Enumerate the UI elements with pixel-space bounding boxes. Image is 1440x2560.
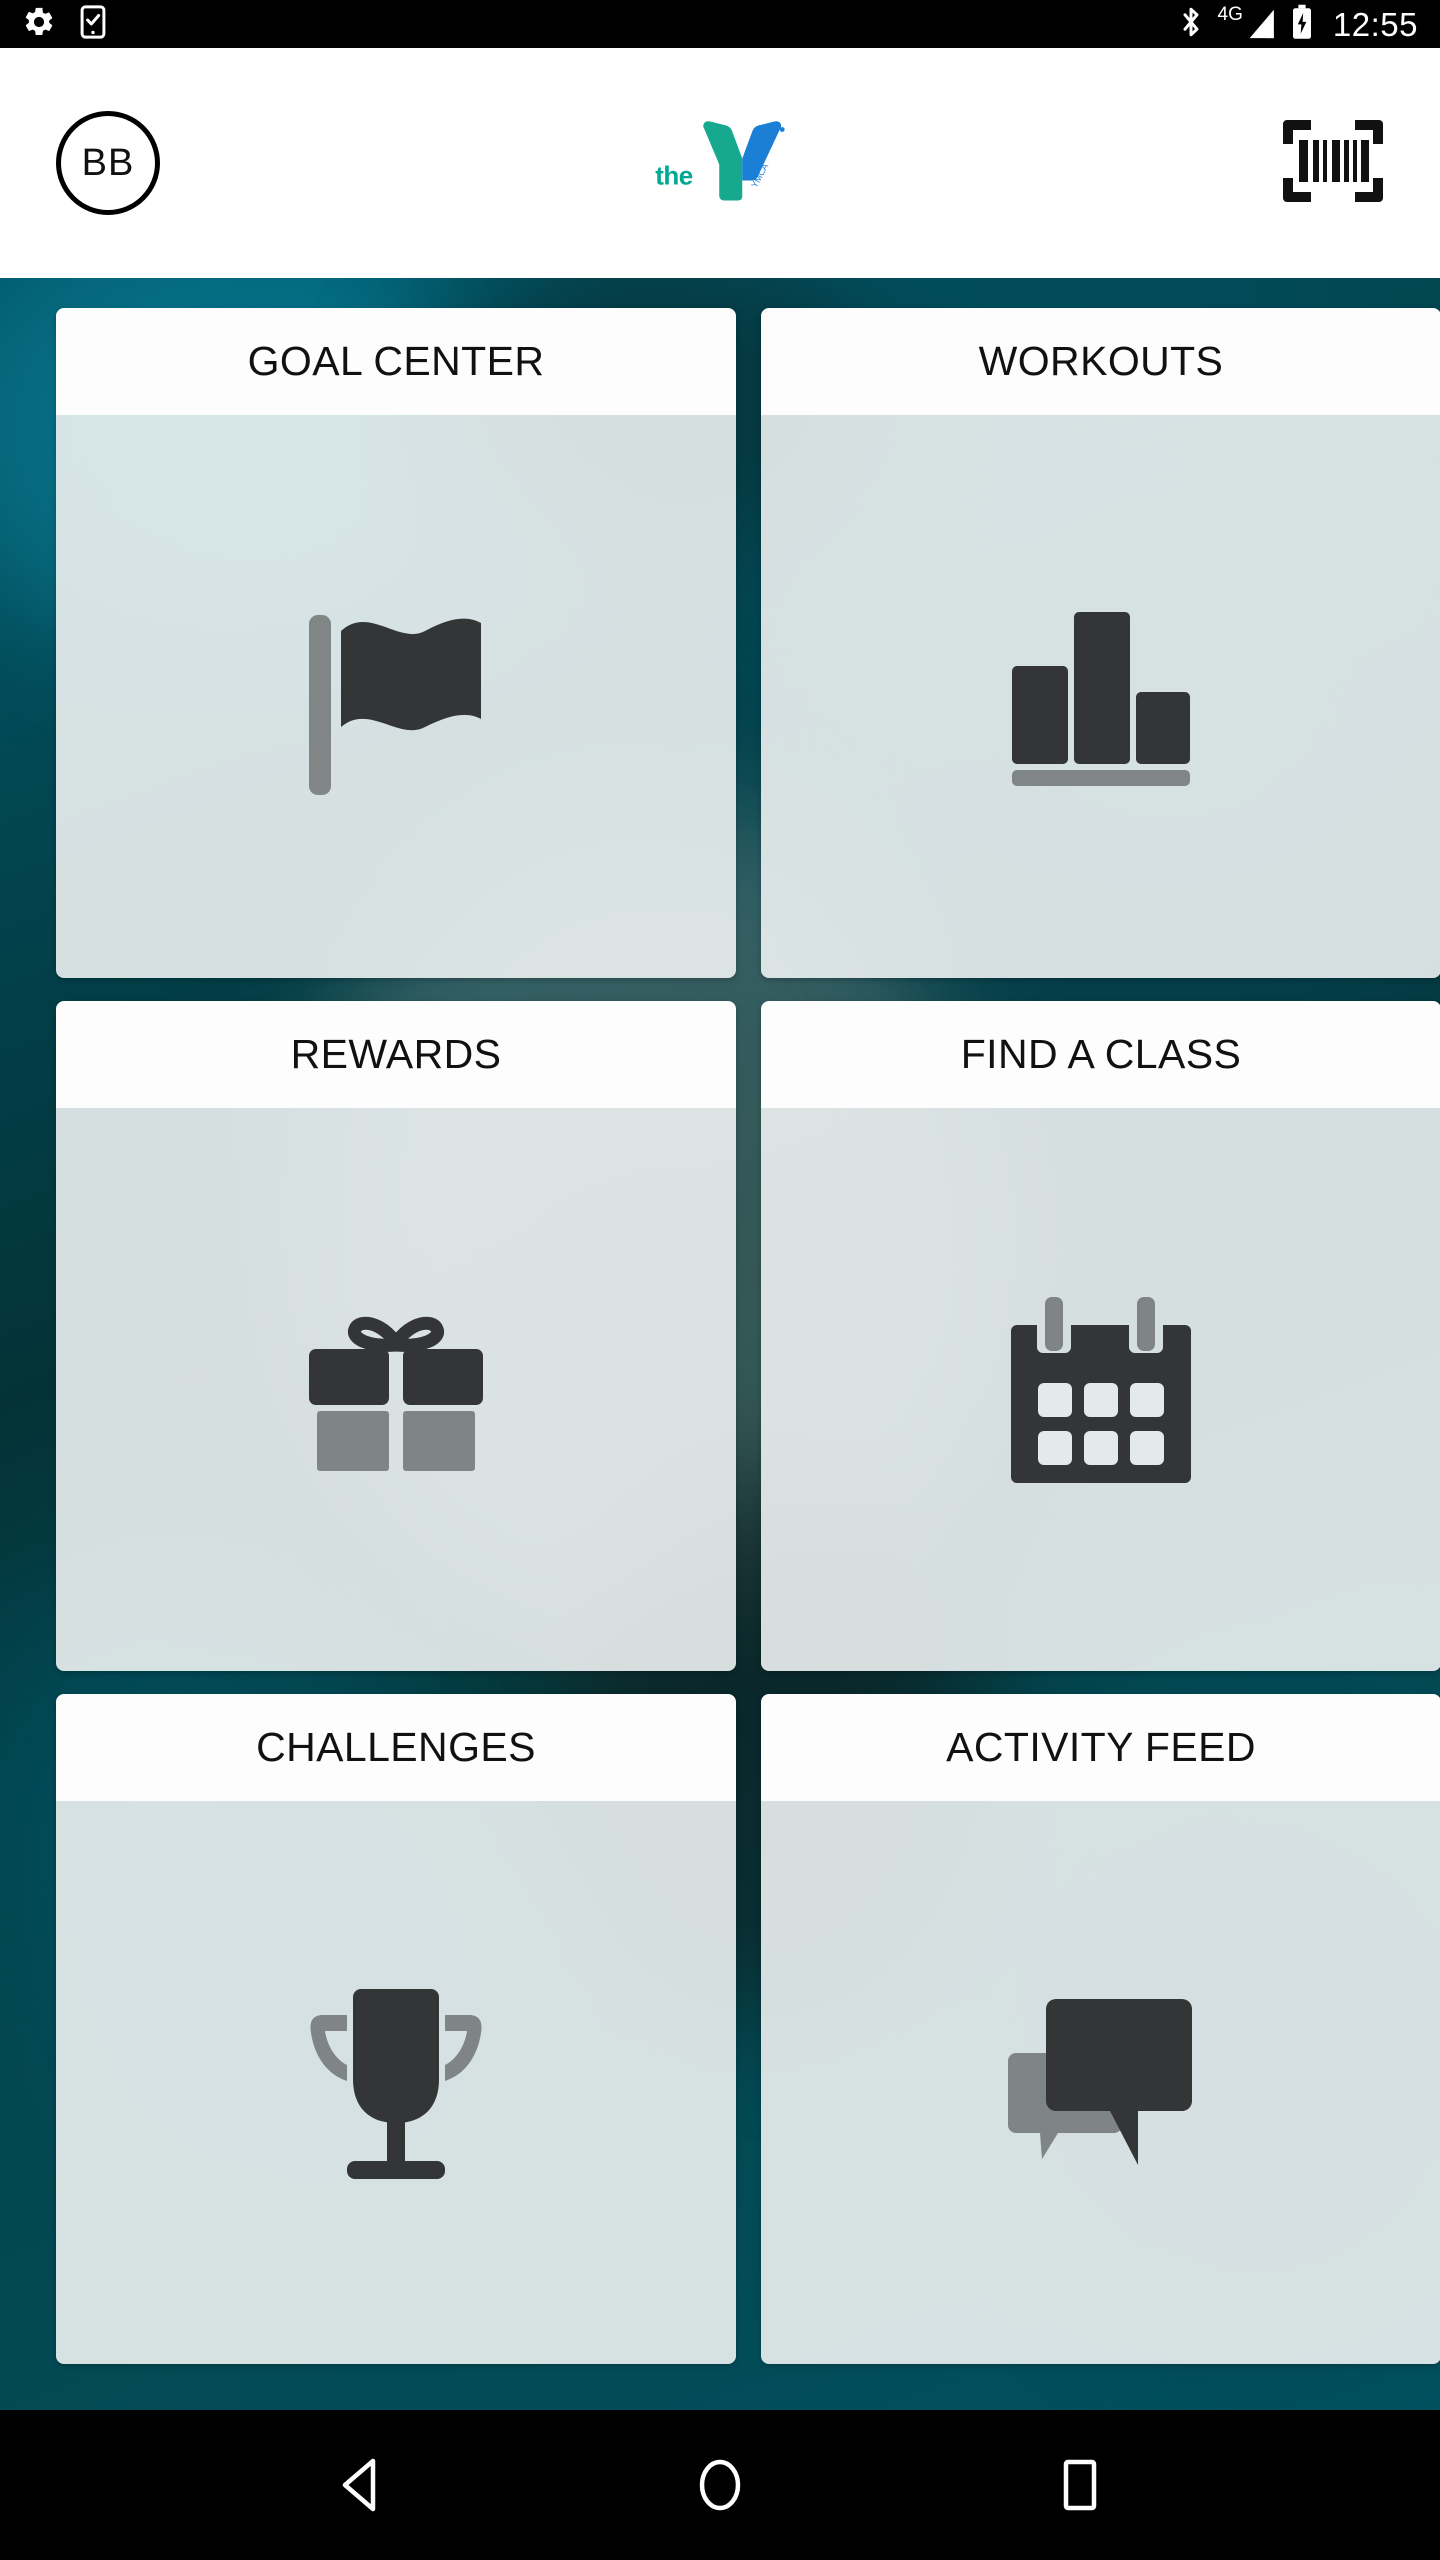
- nav-back-button[interactable]: [300, 2430, 420, 2540]
- signal-bars-icon: 4G: [1217, 4, 1277, 41]
- card-header: ACTIVITY FEED: [761, 1694, 1440, 1801]
- card-workouts[interactable]: WORKOUTS: [761, 308, 1440, 978]
- logo-the-text: the: [655, 160, 693, 191]
- status-bar-right-icons: 4G 12:55: [1178, 4, 1418, 45]
- card-body: [761, 1108, 1440, 1671]
- nav-home-button[interactable]: [660, 2430, 780, 2540]
- barcode-scan-button[interactable]: [1278, 116, 1388, 210]
- avatar[interactable]: BB: [56, 111, 160, 215]
- trophy-icon: [301, 1983, 491, 2183]
- card-title: CHALLENGES: [256, 1724, 536, 1770]
- ymca-y-mark: YMCA: [699, 119, 785, 208]
- card-header: FIND A CLASS: [761, 1001, 1440, 1108]
- card-title: REWARDS: [290, 1031, 502, 1077]
- dashboard-grid: GOAL CENTER WORKOUTS REWARDS FIND A CLAS…: [56, 308, 1440, 2364]
- card-body: [56, 1801, 736, 2364]
- ymca-logo: the YMCA: [655, 119, 785, 208]
- card-header: GOAL CENTER: [56, 308, 736, 415]
- card-title: FIND A CLASS: [960, 1031, 1242, 1077]
- phone-screen: 4G 12:55 BB the YMCA GOAL CENTER WORKOUT…: [0, 0, 1440, 2560]
- flag-icon: [303, 597, 489, 797]
- card-body: [761, 415, 1440, 978]
- status-bar-clock: 12:55: [1332, 5, 1418, 43]
- card-title: WORKOUTS: [978, 338, 1224, 384]
- settings-gear-icon: [22, 5, 56, 44]
- calendar-icon: [1009, 1295, 1193, 1485]
- card-body: [56, 415, 736, 978]
- avatar-initials: BB: [81, 141, 135, 184]
- card-find-a-class[interactable]: FIND A CLASS: [761, 1001, 1440, 1671]
- card-challenges[interactable]: CHALLENGES: [56, 1694, 736, 2364]
- card-title: ACTIVITY FEED: [946, 1724, 1256, 1770]
- card-body: [761, 1801, 1440, 2364]
- android-nav-bar: [0, 2410, 1440, 2560]
- card-header: WORKOUTS: [761, 308, 1440, 415]
- chat-bubbles-icon: [1006, 1997, 1196, 2169]
- barcode-scan-icon: [1281, 118, 1385, 209]
- network-type-label: 4G: [1217, 4, 1243, 25]
- status-bar-left-icons: [22, 4, 108, 44]
- app-header: BB the YMCA: [0, 48, 1440, 278]
- status-bar: 4G 12:55: [0, 0, 1440, 48]
- card-title: GOAL CENTER: [247, 338, 545, 384]
- card-body: [56, 1108, 736, 1671]
- card-activity-feed[interactable]: ACTIVITY FEED: [761, 1694, 1440, 2364]
- nav-recents-button[interactable]: [1020, 2430, 1140, 2540]
- gift-icon: [303, 1305, 489, 1475]
- bar-chart-icon: [1006, 604, 1196, 789]
- phone-checkmark-icon: [78, 4, 108, 44]
- card-header: CHALLENGES: [56, 1694, 736, 1801]
- battery-charging-icon: [1291, 4, 1313, 45]
- card-header: REWARDS: [56, 1001, 736, 1108]
- bluetooth-icon: [1178, 4, 1204, 45]
- card-rewards[interactable]: REWARDS: [56, 1001, 736, 1671]
- card-goal-center[interactable]: GOAL CENTER: [56, 308, 736, 978]
